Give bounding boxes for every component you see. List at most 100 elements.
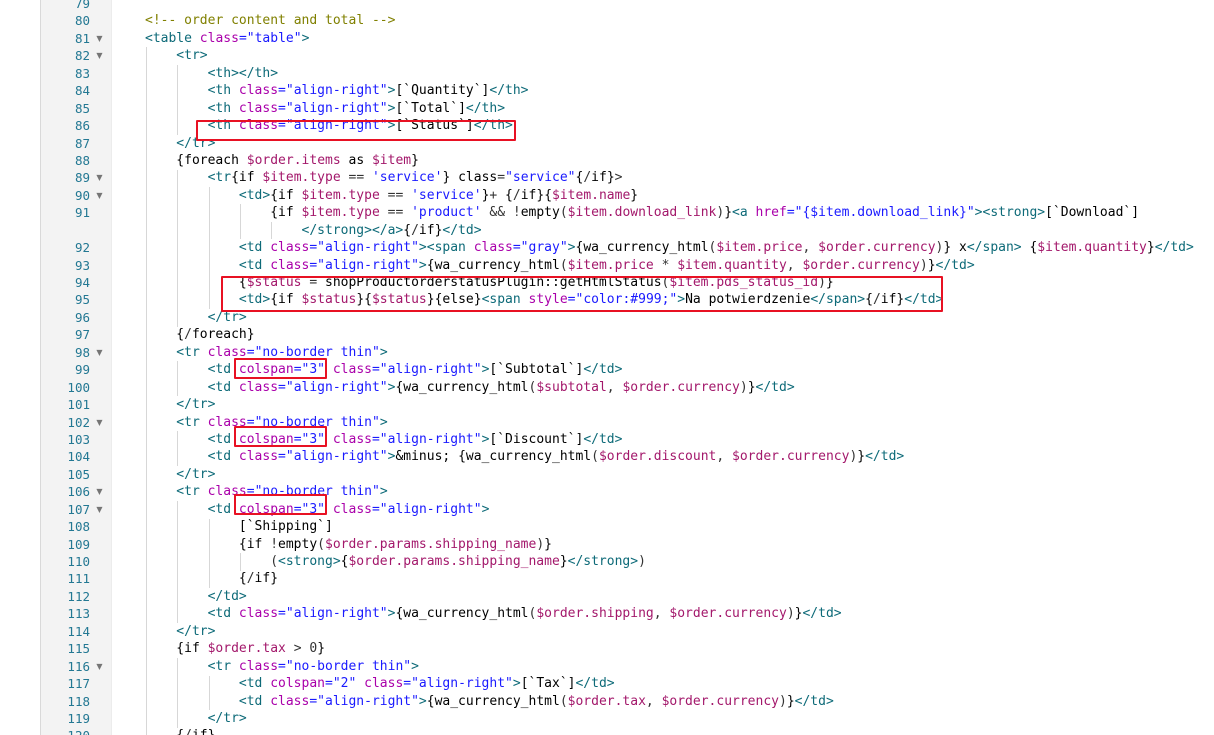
line-number: 80 bbox=[74, 13, 90, 29]
code-line[interactable]: <th class="align-right">[`Status`]</th> bbox=[112, 117, 1194, 134]
indent-guide bbox=[208, 186, 210, 310]
line-number: 90 ▼ bbox=[41, 187, 111, 204]
fold-arrow-icon[interactable]: ▼ bbox=[94, 30, 105, 47]
code-line[interactable]: (<strong>{$order.params.shipping_name}</… bbox=[112, 553, 1194, 570]
indent-guide bbox=[177, 431, 179, 467]
line-number bbox=[41, 222, 111, 239]
code-line[interactable]: {/if} bbox=[112, 570, 1194, 587]
fold-arrow-icon[interactable]: ▼ bbox=[94, 501, 105, 518]
code-line[interactable]: <tr> bbox=[112, 47, 1194, 64]
code-line[interactable]: {if !empty($order.params.shipping_name)} bbox=[112, 536, 1194, 553]
indent-guide bbox=[177, 501, 179, 624]
line-number: 104 bbox=[67, 449, 90, 465]
code-line[interactable]: </tr> bbox=[112, 396, 1194, 413]
line-number: 89 ▼ bbox=[41, 169, 111, 186]
code-line[interactable]: </td> bbox=[112, 588, 1194, 605]
line-number: 84 bbox=[74, 83, 90, 99]
code-line[interactable]: </tr> bbox=[112, 466, 1194, 483]
code-line[interactable]: {if $item.type == 'product' && !empty($i… bbox=[112, 204, 1194, 221]
line-number: 118 bbox=[67, 693, 90, 709]
line-number: 96 bbox=[74, 309, 90, 325]
line-number: 79 bbox=[74, 0, 90, 11]
code-line[interactable]: </strong></a>{/if}</td> bbox=[112, 222, 1194, 239]
code-line[interactable]: <!-- order content and total --> bbox=[112, 12, 1194, 29]
code-lines[interactable]: <!-- order content and total --> <table c… bbox=[112, 0, 1194, 735]
code-line[interactable]: <td class="align-right">&minus; {wa_curr… bbox=[112, 448, 1194, 465]
code-line[interactable]: <td class="align-right">{wa_currency_htm… bbox=[112, 693, 1194, 710]
code-line[interactable]: <td class="align-right">{wa_currency_htm… bbox=[112, 605, 1194, 622]
code-line[interactable]: <tr{if $item.type == 'service'} class="s… bbox=[112, 169, 1194, 186]
line-number: 93 bbox=[74, 257, 90, 273]
code-line[interactable]: </tr> bbox=[112, 710, 1194, 727]
fold-arrow-icon[interactable]: ▼ bbox=[94, 658, 105, 675]
code-line[interactable]: </tr> bbox=[112, 309, 1194, 326]
line-number: 97 bbox=[74, 327, 90, 343]
line-number: 94 bbox=[74, 275, 90, 290]
line-number: 100 bbox=[67, 379, 90, 395]
code-line[interactable]: <tr class="no-border thin"> bbox=[112, 344, 1194, 361]
line-number: 106 ▼ bbox=[41, 483, 111, 500]
indent-guide bbox=[177, 361, 179, 397]
line-number: 111 bbox=[67, 571, 90, 587]
code-line[interactable]: [`Shipping`] bbox=[112, 518, 1194, 535]
code-line[interactable]: {$status = shopProductorderstatusPlugin:… bbox=[112, 274, 1194, 291]
line-number: 82 ▼ bbox=[41, 47, 111, 64]
line-number: 86 bbox=[74, 118, 90, 134]
line-number: 81 ▼ bbox=[41, 30, 111, 47]
code-line[interactable]: <td class="align-right">{wa_currency_htm… bbox=[112, 257, 1194, 274]
code-line[interactable]: {if $order.tax > 0} bbox=[112, 640, 1194, 657]
code-line[interactable]: {/foreach} bbox=[112, 326, 1194, 343]
code-line[interactable]: <td colspan="2" class="align-right">[`Ta… bbox=[112, 675, 1194, 692]
line-number: 105 bbox=[67, 466, 90, 482]
fold-arrow-icon[interactable]: ▼ bbox=[94, 169, 105, 186]
indent-guide bbox=[208, 675, 210, 711]
code-content-area[interactable]: <!-- order content and total --> <table c… bbox=[112, 0, 1214, 735]
code-line[interactable]: <th></th> bbox=[112, 65, 1194, 82]
code-line[interactable]: <tr class="no-border thin"> bbox=[112, 483, 1194, 500]
line-number: 113 bbox=[67, 606, 90, 622]
line-number: 108 bbox=[67, 519, 90, 535]
code-line[interactable]: {/if} bbox=[112, 727, 1194, 735]
line-number: 99 bbox=[74, 362, 90, 378]
code-line[interactable]: <td colspan="3" class="align-right"> bbox=[112, 501, 1194, 518]
code-line[interactable]: </tr> bbox=[112, 135, 1194, 152]
fold-arrow-icon[interactable]: ▼ bbox=[94, 414, 105, 431]
indent-guide bbox=[177, 169, 179, 327]
line-numbers: 79 80 81 ▼ 82 ▼ 83 84 85 86 87 88 89 ▼ 90 ▼ 91 92 93 94 95 96… bbox=[41, 0, 111, 735]
code-line[interactable]: <th class="align-right">[`Total`]</th> bbox=[112, 100, 1194, 117]
line-number: 120 bbox=[41, 727, 111, 735]
line-number: 114 bbox=[67, 623, 90, 639]
line-number: 103 bbox=[67, 431, 90, 447]
fold-arrow-icon[interactable]: ▼ bbox=[94, 344, 105, 361]
indent-guide bbox=[239, 204, 241, 240]
code-line[interactable]: {foreach $order.items as $item} bbox=[112, 152, 1194, 169]
line-number: 117 bbox=[67, 676, 90, 692]
code-line[interactable]: <td>{if $item.type == 'service'}+ {/if}{… bbox=[112, 187, 1194, 204]
line-number: 95 bbox=[74, 292, 90, 308]
code-line[interactable]: </tr> bbox=[112, 623, 1194, 640]
fold-arrow-icon[interactable]: ▼ bbox=[94, 187, 105, 204]
code-line[interactable]: <td>{if $status}{$status}{else}<span sty… bbox=[112, 291, 1194, 308]
code-line[interactable]: <td colspan="3" class="align-right">[`Su… bbox=[112, 361, 1194, 378]
line-number: 102 ▼ bbox=[41, 414, 111, 431]
code-editor[interactable]: 79 80 81 ▼ 82 ▼ 83 84 85 86 87 88 89 ▼ 90 ▼ 91 92 93 94 95 96… bbox=[0, 0, 1214, 735]
fold-arrow-icon[interactable]: ▼ bbox=[94, 483, 105, 500]
line-number: 112 bbox=[67, 588, 90, 604]
line-number: 101 bbox=[67, 397, 90, 413]
code-line[interactable]: <table class="table"> bbox=[112, 30, 1194, 47]
line-number: 92 bbox=[74, 240, 90, 256]
code-line[interactable]: <th class="align-right">[`Quantity`]</th… bbox=[112, 82, 1194, 99]
line-number: 87 bbox=[74, 135, 90, 151]
code-line[interactable]: <tr class="no-border thin"> bbox=[112, 658, 1194, 675]
line-number: 116 ▼ bbox=[41, 658, 111, 675]
line-number: 110 bbox=[67, 554, 90, 569]
code-line[interactable]: <tr class="no-border thin"> bbox=[112, 414, 1194, 431]
code-line[interactable]: <td colspan="3" class="align-right">[`Di… bbox=[112, 431, 1194, 448]
indent-guide bbox=[271, 221, 273, 240]
fold-arrow-icon[interactable]: ▼ bbox=[94, 47, 105, 64]
line-number: 109 bbox=[67, 536, 90, 552]
code-line[interactable] bbox=[112, 0, 1194, 12]
code-line[interactable]: <td class="align-right"><span class="gra… bbox=[112, 239, 1194, 256]
line-number: 115 bbox=[67, 641, 90, 657]
code-line[interactable]: <td class="align-right">{wa_currency_htm… bbox=[112, 379, 1194, 396]
